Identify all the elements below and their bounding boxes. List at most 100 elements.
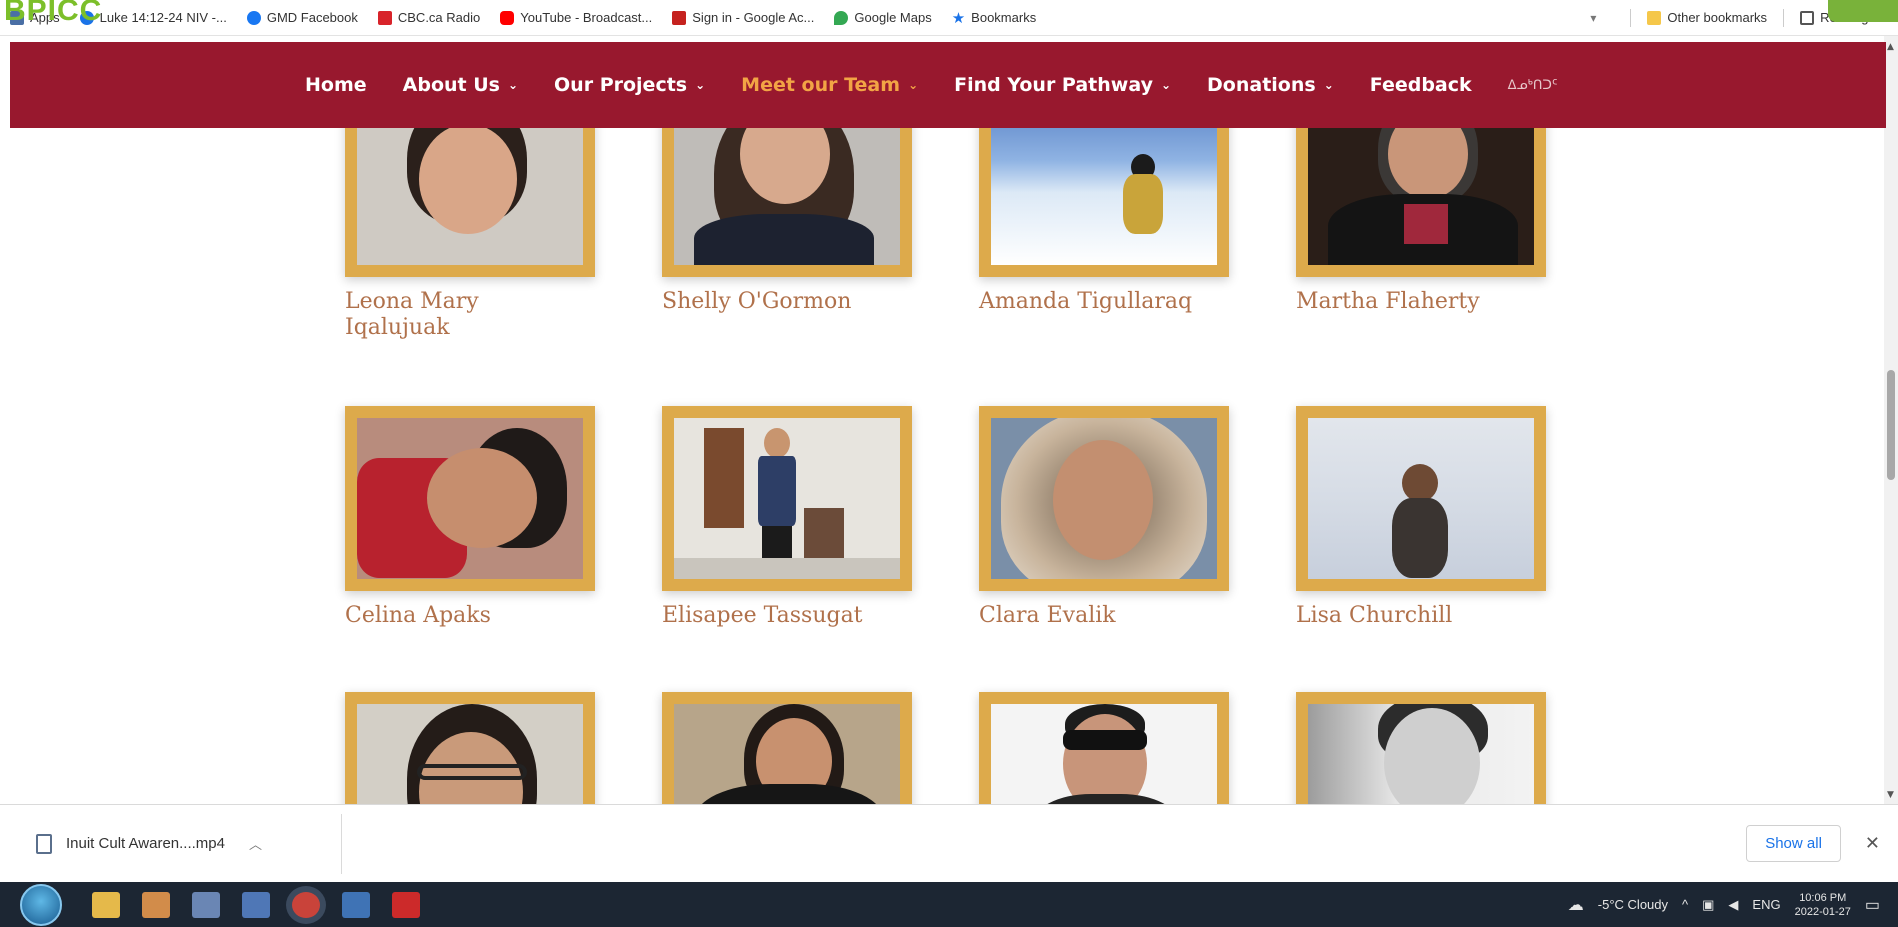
network-icon[interactable]: ▣ [1702,897,1714,913]
star-icon: ★ [951,9,966,27]
web-page: Home About Us ⌄ Our Projects ⌄ Meet our Te… [0,36,1898,804]
nav-label: Our Projects [554,74,688,96]
lang-indicator[interactable]: ENG [1752,897,1780,912]
system-tray: ☁ -5°C Cloudy ^ ▣ ◀ ENG 10:06 PM 2022-01… [1568,891,1898,919]
reading-list-icon [1800,10,1815,25]
team-photo [357,104,583,265]
nav-label: Feedback [1369,74,1472,96]
bookmarks-bar: Apps Luke 14:12-24 NIV -... GMD Facebook… [0,0,1898,36]
team-card[interactable] [662,692,912,804]
team-photo-frame [1296,406,1546,591]
facebook-icon [246,10,261,25]
nav-label: Home [305,74,367,96]
chevron-down-icon[interactable]: ▾ [1590,11,1596,25]
team-photo [1308,418,1534,579]
gmail-icon [672,10,687,25]
nav-label: About Us [402,74,500,96]
bookmark-google-signin[interactable]: Sign in - Google Ac... [662,10,824,25]
volume-icon[interactable]: ◀ [1728,897,1738,913]
team-photo-frame [662,692,912,804]
bookmark-label: Google Maps [854,10,932,25]
bookmark-label: YouTube - Broadcast... [520,10,653,25]
bookmark-cbc[interactable]: CBC.ca Radio [368,10,490,25]
browser-window: Apps Luke 14:12-24 NIV -... GMD Facebook… [0,0,1898,927]
nav-feedback[interactable]: Feedback [1370,74,1472,96]
clock-date: 2022-01-27 [1794,905,1851,918]
chevron-down-icon: ⌄ [1160,78,1172,92]
team-card[interactable]: Leona Mary Iqalujuak [345,92,595,341]
nav-label: Meet our Team [741,74,901,96]
team-photo [991,704,1217,804]
bookmark-label: Luke 14:12-24 NIV -... [99,10,227,25]
youtube-icon [500,10,515,25]
notes-icon[interactable] [192,891,220,918]
team-photo [674,418,900,579]
team-photo-frame [345,692,595,804]
pdf-icon[interactable] [392,891,420,918]
team-photo [357,704,583,804]
other-bookmarks[interactable]: Other bookmarks [1637,10,1777,25]
team-member-name: Amanda Tigullaraq [979,289,1193,314]
download-filename: Inuit Cult Awaren....mp4 [66,835,225,852]
bookmark-youtube[interactable]: YouTube - Broadcast... [490,10,662,25]
file-explorer-icon[interactable] [92,891,120,918]
team-photo-frame [979,692,1229,804]
scrollbar-thumb[interactable] [1887,370,1895,480]
team-photo [357,418,583,579]
nav-meet-our-team[interactable]: Meet our Team ⌄ [741,74,918,96]
clock[interactable]: 10:06 PM 2022-01-27 [1795,891,1851,919]
chevron-down-icon: ⌄ [1323,78,1334,92]
media-icon[interactable] [342,891,370,918]
start-button[interactable] [20,883,62,926]
scroll-down-icon[interactable]: ▼ [1887,790,1894,800]
notification-icon[interactable]: ▭ [1865,895,1880,915]
nav-our-projects[interactable]: Our Projects ⌄ [554,74,705,96]
show-all-button[interactable]: Show all [1746,825,1841,862]
close-icon[interactable]: ✕ [1865,833,1880,854]
team-photo-frame [345,406,595,591]
team-photo [991,104,1217,265]
calendar-icon[interactable] [142,891,170,918]
team-card[interactable]: Elisapee Tassugat [662,406,912,629]
team-photo [1308,104,1534,265]
download-item[interactable]: Inuit Cult Awaren....mp4 ︿ [0,813,342,874]
scroll-up-icon[interactable]: ▲ [1887,42,1894,52]
team-card[interactable] [979,692,1229,804]
team-member-name: Martha Flaherty [1296,289,1480,314]
page-scrollbar[interactable]: ▲ ▼ [1884,36,1898,804]
team-card[interactable]: Clara Evalik [979,406,1229,629]
chevron-up-icon[interactable]: ^ [1682,897,1688,912]
team-card[interactable]: Lisa Churchill [1296,406,1546,629]
nav-find-your-pathway[interactable]: Find Your Pathway ⌄ [954,74,1171,96]
nav-language-syllabics[interactable]: ᐃᓄᒃᑎᑐᑦ [1508,78,1558,93]
team-photo-frame [662,406,912,591]
chevron-down-icon: ⌄ [507,78,519,92]
bookmark-label: GMD Facebook [266,10,358,25]
maps-icon [834,10,849,25]
team-member-name: Lisa Churchill [1296,603,1453,628]
nav-label: ᐃᓄᒃᑎᑐᑦ [1507,77,1558,93]
team-member-name: Celina Apaks [345,603,491,628]
app-icon[interactable] [242,891,270,918]
bookmark-maps[interactable]: Google Maps [824,10,941,25]
divider [1630,8,1632,27]
nav-home[interactable]: Home [305,74,367,96]
team-member-name: Leona Mary Iqalujuak [345,289,479,340]
nav-about-us[interactable]: About Us ⌄ [403,74,518,96]
team-card[interactable] [1296,692,1546,804]
team-card[interactable]: Celina Apaks [345,406,595,629]
team-photo [1308,704,1534,804]
team-photo [674,104,900,265]
team-photo [991,418,1217,579]
chevron-up-icon[interactable]: ︿ [249,834,262,853]
bookmark-facebook[interactable]: GMD Facebook [237,10,368,25]
bookmark-bookmarks[interactable]: ★ Bookmarks [942,9,1046,27]
weather-text[interactable]: -5°C Cloudy [1598,897,1668,912]
clock-time: 10:06 PM [1799,891,1847,904]
nav-label: Find Your Pathway [954,74,1153,96]
team-card[interactable] [345,692,595,804]
divider [1783,8,1785,27]
chrome-icon[interactable] [292,891,320,918]
nav-label: Donations [1207,74,1316,96]
nav-donations[interactable]: Donations ⌄ [1207,74,1334,96]
